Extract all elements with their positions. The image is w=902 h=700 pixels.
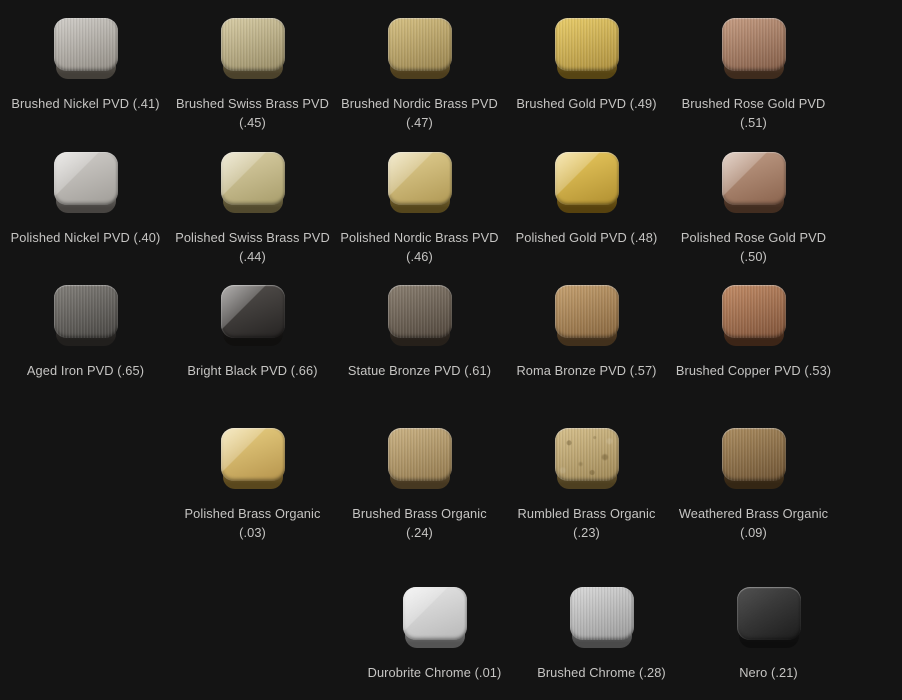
- finish-option-brushed-swiss-brass[interactable]: Brushed Swiss Brass PVD (.45): [169, 18, 336, 132]
- swatch-face: [722, 428, 786, 481]
- finish-label: Rumbled Brass Organic (.23): [507, 504, 667, 542]
- finish-option-nero[interactable]: Nero (.21): [685, 587, 852, 682]
- finish-label: Polished Nickel PVD (.40): [11, 228, 161, 247]
- finish-label: Brushed Copper PVD (.53): [676, 361, 831, 380]
- finish-label: Roma Bronze PVD (.57): [516, 361, 656, 380]
- swatch-face: [403, 587, 467, 640]
- swatch-face: [555, 152, 619, 205]
- finish-label: Brushed Brass Organic (.24): [340, 504, 500, 542]
- finish-label: Statue Bronze PVD (.61): [348, 361, 491, 380]
- finish-option-brushed-nordic-brass[interactable]: Brushed Nordic Brass PVD (.47): [336, 18, 503, 132]
- swatch-row-organic-brass: Polished Brass Organic (.03) Brushed Bra…: [169, 428, 902, 587]
- finish-label: Polished Gold PVD (.48): [516, 228, 658, 247]
- swatch-face: [54, 285, 118, 338]
- finish-option-polished-nickel[interactable]: Polished Nickel PVD (.40): [2, 152, 169, 247]
- finish-swatch-image: [221, 428, 285, 490]
- finish-label: Nero (.21): [739, 663, 798, 682]
- finish-option-brushed-rose-gold[interactable]: Brushed Rose Gold PVD (.51): [670, 18, 837, 132]
- finish-label: Brushed Nordic Brass PVD (.47): [341, 94, 498, 132]
- swatch-face: [388, 285, 452, 338]
- swatch-row-dark-pvd: Aged Iron PVD (.65) Bright Black PVD (.6…: [2, 285, 902, 428]
- finish-swatch-image: [388, 285, 452, 347]
- swatch-face: [570, 587, 634, 640]
- finish-label: Brushed Gold PVD (.49): [516, 94, 656, 113]
- finish-label: Brushed Nickel PVD (.41): [11, 94, 159, 113]
- finish-option-polished-nordic-brass[interactable]: Polished Nordic Brass PVD (.46): [336, 152, 503, 266]
- finish-label: Brushed Swiss Brass PVD (.45): [176, 94, 329, 132]
- swatch-face: [221, 18, 285, 71]
- finish-option-brushed-copper[interactable]: Brushed Copper PVD (.53): [670, 285, 837, 380]
- finish-swatch-image: [388, 18, 452, 80]
- finish-option-durobrite-chrome[interactable]: Durobrite Chrome (.01): [351, 587, 518, 682]
- finish-swatch-image: [555, 152, 619, 214]
- swatch-face: [555, 18, 619, 71]
- finish-swatch-image: [722, 18, 786, 80]
- finish-option-weathered-brass-organic[interactable]: Weathered Brass Organic (.09): [670, 428, 837, 542]
- finish-option-polished-rose-gold[interactable]: Polished Rose Gold PVD (.50): [670, 152, 837, 266]
- finish-swatch-image: [555, 428, 619, 490]
- finish-swatch-image: [722, 428, 786, 490]
- finish-swatch-image: [737, 587, 801, 649]
- finish-swatch-image: [570, 587, 634, 649]
- swatch-face: [722, 285, 786, 338]
- finish-swatch-image: [221, 285, 285, 347]
- swatch-row-chrome: Durobrite Chrome (.01) Brushed Chrome (.…: [351, 587, 902, 682]
- finish-swatch-image: [54, 285, 118, 347]
- finish-swatch-image: [722, 152, 786, 214]
- swatch-face: [737, 587, 801, 640]
- swatch-face: [722, 18, 786, 71]
- finish-swatch-grid: Brushed Nickel PVD (.41) Brushed Swiss B…: [0, 0, 902, 700]
- finish-label: Durobrite Chrome (.01): [368, 663, 502, 682]
- finish-option-polished-brass-organic[interactable]: Polished Brass Organic (.03): [169, 428, 336, 542]
- finish-label: Polished Brass Organic (.03): [173, 504, 333, 542]
- swatch-face: [221, 285, 285, 338]
- finish-option-polished-gold[interactable]: Polished Gold PVD (.48): [503, 152, 670, 247]
- finish-label: Polished Swiss Brass PVD (.44): [175, 228, 330, 266]
- finish-swatch-image: [221, 152, 285, 214]
- finish-option-rumbled-brass-organic[interactable]: Rumbled Brass Organic (.23): [503, 428, 670, 542]
- finish-option-polished-swiss-brass[interactable]: Polished Swiss Brass PVD (.44): [169, 152, 336, 266]
- swatch-face: [722, 152, 786, 205]
- finish-option-brushed-chrome[interactable]: Brushed Chrome (.28): [518, 587, 685, 682]
- swatch-face: [388, 152, 452, 205]
- finish-swatch-image: [388, 152, 452, 214]
- finish-option-bright-black[interactable]: Bright Black PVD (.66): [169, 285, 336, 380]
- finish-option-brushed-gold[interactable]: Brushed Gold PVD (.49): [503, 18, 670, 113]
- finish-swatch-image: [54, 18, 118, 80]
- finish-option-brushed-nickel[interactable]: Brushed Nickel PVD (.41): [2, 18, 169, 113]
- finish-option-aged-iron[interactable]: Aged Iron PVD (.65): [2, 285, 169, 380]
- swatch-face: [555, 285, 619, 338]
- finish-option-brushed-brass-organic[interactable]: Brushed Brass Organic (.24): [336, 428, 503, 542]
- finish-label: Polished Nordic Brass PVD (.46): [340, 228, 498, 266]
- swatch-row-polished-pvd: Polished Nickel PVD (.40) Polished Swiss…: [2, 152, 902, 285]
- finish-swatch-image: [722, 285, 786, 347]
- finish-label: Polished Rose Gold PVD (.50): [674, 228, 834, 266]
- swatch-face: [555, 428, 619, 481]
- finish-label: Weathered Brass Organic (.09): [679, 504, 828, 542]
- finish-swatch-image: [388, 428, 452, 490]
- finish-swatch-image: [54, 152, 118, 214]
- finish-swatch-image: [403, 587, 467, 649]
- finish-option-statue-bronze[interactable]: Statue Bronze PVD (.61): [336, 285, 503, 380]
- swatch-face: [54, 152, 118, 205]
- finish-swatch-image: [555, 285, 619, 347]
- finish-label: Brushed Rose Gold PVD (.51): [674, 94, 834, 132]
- finish-option-roma-bronze[interactable]: Roma Bronze PVD (.57): [503, 285, 670, 380]
- finish-label: Bright Black PVD (.66): [187, 361, 317, 380]
- swatch-row-brushed-pvd: Brushed Nickel PVD (.41) Brushed Swiss B…: [2, 18, 902, 152]
- swatch-face: [388, 428, 452, 481]
- finish-label: Brushed Chrome (.28): [537, 663, 666, 682]
- swatch-face: [388, 18, 452, 71]
- finish-swatch-image: [555, 18, 619, 80]
- swatch-face: [221, 428, 285, 481]
- swatch-face: [54, 18, 118, 71]
- swatch-face: [221, 152, 285, 205]
- finish-label: Aged Iron PVD (.65): [27, 361, 144, 380]
- finish-swatch-image: [221, 18, 285, 80]
